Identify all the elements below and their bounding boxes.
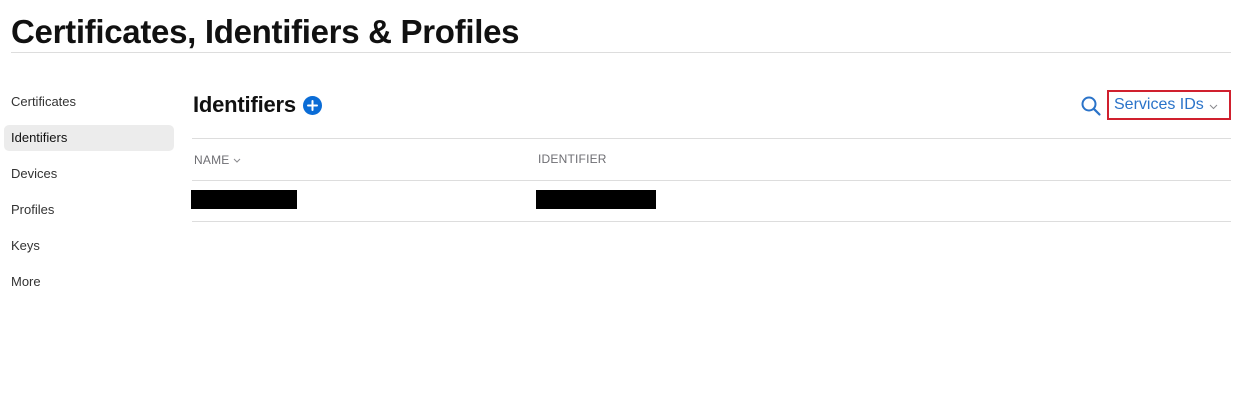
services-ids-filter-dropdown[interactable]: Services IDs [1107,90,1231,120]
column-header-identifier[interactable]: IDENTIFIER [538,139,607,180]
title-divider [11,52,1231,53]
search-icon[interactable] [1080,95,1102,117]
redacted-name-cell [191,190,297,209]
plus-circle-icon[interactable] [302,95,322,115]
redacted-identifier-cell [536,190,656,209]
sidebar-item-profiles[interactable]: Profiles [4,197,174,223]
chevron-down-icon [233,139,241,180]
table-header: NAME IDENTIFIER [192,138,1231,181]
column-header-name-label: NAME [194,153,230,167]
table-row[interactable] [191,181,1231,222]
chevron-down-icon [1209,97,1218,115]
sidebar-item-devices[interactable]: Devices [4,161,174,187]
section-header: Identifiers [193,90,322,120]
section-title: Identifiers [193,92,296,117]
sidebar-item-certificates[interactable]: Certificates [4,89,174,115]
filter-dropdown-label: Services IDs [1114,96,1204,113]
sidebar-item-more[interactable]: More [4,269,174,295]
sidebar-item-identifiers[interactable]: Identifiers [4,125,174,151]
sidebar-item-keys[interactable]: Keys [4,233,174,259]
column-header-name[interactable]: NAME [194,139,241,181]
page-title: Certificates, Identifiers & Profiles [11,13,520,50]
sidebar: Certificates Identifiers Devices Profile… [4,89,174,305]
identifiers-table: NAME IDENTIFIER [191,138,1231,222]
